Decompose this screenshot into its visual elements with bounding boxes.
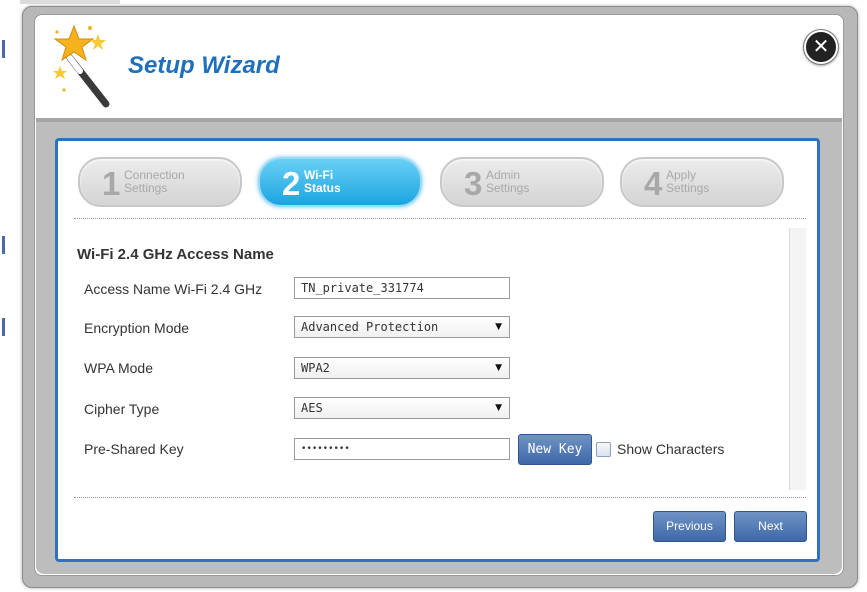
page-title: Setup Wizard [128, 52, 280, 79]
new-key-button[interactable]: New Key [518, 434, 592, 465]
show-characters-checkbox[interactable] [596, 442, 611, 457]
divider [74, 218, 806, 219]
next-button[interactable]: Next [734, 511, 807, 542]
step-number: 4 [644, 165, 663, 202]
dropdown-arrow-icon: ▼ [495, 322, 502, 332]
step-label: Admin Settings [486, 168, 530, 195]
access-name-input[interactable]: TN_private_331774 [294, 277, 510, 299]
background-mark [2, 236, 5, 254]
dropdown-arrow-icon: ▼ [495, 363, 502, 373]
divider [74, 497, 806, 498]
step-number: 1 [102, 165, 121, 202]
section-title: Wi-Fi 2.4 GHz Access Name [77, 246, 274, 263]
pre-shared-key-input[interactable]: ••••••••• [294, 438, 510, 460]
magic-wand-icon [53, 24, 110, 108]
background-mark [2, 40, 5, 58]
cipher-type-label: Cipher Type [84, 401, 160, 417]
step-label: Apply Settings [666, 168, 710, 195]
dropdown-arrow-icon: ▼ [495, 403, 502, 413]
cipher-type-select[interactable]: AES ▼ [294, 397, 510, 419]
access-name-label: Access Name Wi-Fi 2.4 GHz [84, 281, 263, 297]
step-number: 2 [282, 165, 301, 202]
scrollbar[interactable] [789, 228, 806, 490]
wpa-mode-label: WPA Mode [84, 360, 153, 376]
pre-shared-key-label: Pre-Shared Key [84, 441, 184, 457]
encryption-mode-select[interactable]: Advanced Protection ▼ [294, 316, 510, 338]
background-mark [2, 318, 5, 336]
encryption-mode-label: Encryption Mode [84, 320, 190, 336]
step-label: Wi-Fi Status [304, 168, 341, 195]
previous-button[interactable]: Previous [653, 511, 726, 542]
step-wifi-status[interactable]: 2 Wi-Fi Status [258, 157, 422, 207]
step-number: 3 [464, 165, 483, 202]
step-admin-settings[interactable]: 3 Admin Settings [440, 157, 604, 207]
step-apply-settings[interactable]: 4 Apply Settings [620, 157, 784, 207]
step-connection-settings[interactable]: 1 Connection Settings [78, 157, 242, 207]
show-characters-label: Show Characters [617, 441, 725, 457]
step-label: Connection Settings [124, 168, 185, 195]
close-icon[interactable]: ✕ [804, 30, 838, 64]
background-window-edge [0, 0, 20, 592]
wpa-mode-select[interactable]: WPA2 ▼ [294, 357, 510, 379]
